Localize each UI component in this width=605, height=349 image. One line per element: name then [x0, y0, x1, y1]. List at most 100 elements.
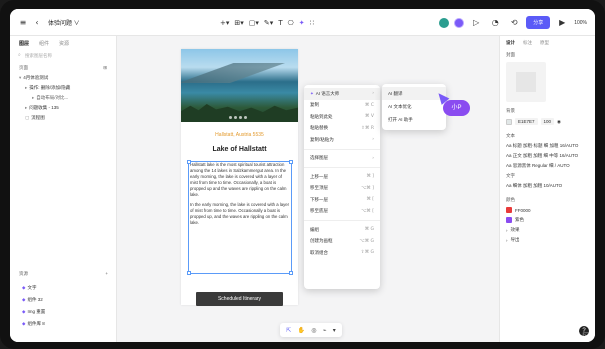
menu-item-paste-replace[interactable]: 粘贴替换 ⇧⌘ R	[304, 123, 380, 135]
layer-item[interactable]: ▸ 自动布局/对比...	[10, 93, 116, 103]
chevron-down-icon[interactable]: ▾	[333, 327, 336, 334]
artboard-title[interactable]: Lake of Hallstatt	[181, 146, 298, 153]
layer-item[interactable]: ▸ 操作: 删除/添加/隐藏	[10, 83, 116, 93]
move-tool-icon[interactable]: ⇱	[286, 327, 291, 334]
eye-icon[interactable]: ◉	[557, 119, 561, 125]
chevron-right-icon[interactable]: ▸	[32, 96, 34, 101]
resource-item[interactable]: ◆ Img 重置	[10, 306, 117, 318]
hero-image[interactable]	[181, 49, 298, 122]
tab-design[interactable]: 设计	[506, 40, 515, 46]
menu-item-copy[interactable]: 复制 ⌘ C	[304, 100, 380, 112]
context-menu: ✦ AI 语言大师 › 复制 ⌘ C 粘贴到此处 ⌘ V 粘贴替换 ⇧⌘ R 复制/粘贴为…	[304, 85, 380, 289]
color-swatch[interactable]	[506, 207, 512, 213]
ai-tool-icon[interactable]: ✦	[299, 19, 305, 27]
chevron-right-icon[interactable]: ▸	[25, 106, 27, 111]
fill-hex-field[interactable]: E1E7E7	[515, 118, 538, 125]
resources-list: ◆ 文字 ◆ 组件 32 ◆ Img 重置 ◆ 组件库 8	[10, 282, 117, 330]
file-title[interactable]: 体验问题 ∨	[48, 18, 80, 27]
layers-panel: 图层 组件 资源 搜索图层名称 页面 ⊞ ▾4月体验测试 ▸操作: 删除/添加/…	[10, 36, 117, 342]
hand-tool-icon[interactable]: ✋	[298, 327, 305, 334]
effect-row[interactable]: › 效果	[500, 225, 595, 235]
location-subtitle[interactable]: Hallstatt, Austria 5535	[181, 132, 298, 138]
history-icon[interactable]: ⟲	[507, 18, 521, 27]
menu-item-create-frame[interactable]: 创建为画框 ⌥⌘ G	[304, 236, 380, 248]
comment-tool-icon[interactable]: ◎	[311, 327, 316, 334]
resource-item[interactable]: ◆ 文字	[10, 282, 117, 294]
shortcut: ⌥⌘ [	[361, 208, 374, 214]
menu-item-send-to-back[interactable]: 移至底层 ⌥⌘ [	[304, 206, 380, 218]
submenu-item-assistant[interactable]: 打开 AI 助手	[382, 113, 446, 126]
chevron-down-icon[interactable]: ▾	[19, 76, 21, 81]
color-swatch[interactable]	[506, 217, 512, 223]
resize-handle[interactable]	[289, 271, 293, 275]
resize-handle[interactable]	[187, 271, 191, 275]
text-style-item[interactable]: Aa 细体 加粗 加粗 10/AUTO	[500, 181, 595, 191]
chevron-right-icon[interactable]: ▸	[25, 86, 27, 91]
layer-item[interactable]: ▾ 4月体验测试	[10, 73, 116, 83]
text-style-item[interactable]: Aa 思源黑体 Regular 细 / AUTO	[500, 161, 595, 171]
menu-label: 编组	[310, 226, 319, 232]
play-icon[interactable]: ▷	[469, 18, 483, 27]
menu-item-ai[interactable]: ✦ AI 语言大师 ›	[304, 88, 380, 100]
avatar[interactable]	[439, 17, 450, 28]
export-row[interactable]: › 导出	[500, 235, 595, 245]
resize-handle[interactable]	[187, 160, 191, 164]
menu-item-paste-here[interactable]: 粘贴到此处 ⌘ V	[304, 111, 380, 123]
add-page-icon[interactable]: ⊞	[103, 65, 107, 71]
draw-tool-icon[interactable]: ⌁	[323, 327, 327, 334]
share-button[interactable]: 分享	[526, 16, 551, 29]
artboard[interactable]: Hallstatt, Austria 5535 Lake of Hallstat…	[181, 49, 298, 306]
menu-item-send-backward[interactable]: 下移一层 ⌘ [	[304, 194, 380, 206]
zoom-level[interactable]: 100%	[574, 20, 587, 26]
properties-panel: 设计 标注 原型 封面 背景 E1E7E7 100 ◉ 文本 Aa 标题 加粗·…	[499, 36, 595, 342]
color-row[interactable]: FF0000	[500, 205, 595, 215]
chevron-right-icon: ›	[372, 91, 374, 97]
layer-label: 4月体验测试	[23, 75, 49, 80]
tab-assets[interactable]: 资源	[59, 40, 69, 47]
shortcut: ⌥⌘ G	[359, 238, 374, 244]
resize-handle[interactable]	[289, 160, 293, 164]
menu-item-ungroup[interactable]: 取消组合 ⇧⌘ G	[304, 247, 380, 259]
resource-item[interactable]: ◆ 组件库 8	[10, 318, 117, 330]
menu-item-select-layer[interactable]: 选择图层 ›	[304, 153, 380, 165]
add-resource-icon[interactable]: +	[105, 271, 108, 277]
menu-label: AI 语言大师	[315, 90, 340, 96]
layer-item[interactable]: ▸ 问题收集 - 135	[10, 103, 116, 113]
avatar[interactable]	[454, 17, 465, 28]
add-tool-icon[interactable]: +▾	[220, 19, 229, 27]
frame-tool-icon[interactable]: ⊞▾	[234, 19, 243, 27]
menu-icon[interactable]: ≡	[16, 18, 30, 27]
component-tool-icon[interactable]: ⎔	[288, 19, 294, 27]
menu-item-bring-forward[interactable]: 上移一层 ⌘ ]	[304, 171, 380, 183]
tab-annotate[interactable]: 标注	[523, 40, 532, 46]
carousel-dots	[229, 116, 247, 119]
pen-tool-icon[interactable]: ✎▾	[264, 19, 273, 27]
menu-item-copy-paste-as[interactable]: 复制/粘贴为 ›	[304, 134, 380, 146]
submenu-item-optimize[interactable]: AI 文本优化	[382, 100, 446, 113]
tab-prototype[interactable]: 原型	[540, 40, 549, 46]
resources-title: 资源	[19, 271, 28, 276]
design-canvas[interactable]: Hallstatt, Austria 5535 Lake of Hallstat…	[118, 36, 499, 342]
bell-icon[interactable]: ◔	[488, 18, 502, 27]
text-tool-icon[interactable]: T	[278, 19, 282, 27]
menu-divider	[304, 167, 380, 168]
text-style-item[interactable]: Aa 正文 加粗 加粗 细 中等 16/AUTO	[500, 151, 595, 161]
cover-thumbnail[interactable]	[506, 62, 546, 102]
plugin-tool-icon[interactable]: ∷	[310, 19, 314, 27]
tab-components[interactable]: 组件	[39, 40, 49, 47]
layer-item[interactable]: ▢ 流程图	[10, 113, 116, 123]
opacity-field[interactable]: 100	[540, 118, 555, 125]
selection-box[interactable]	[187, 160, 293, 275]
menu-item-group[interactable]: 编组 ⌘ G	[304, 224, 380, 236]
color-row[interactable]: 紫色	[500, 215, 595, 225]
tab-layers[interactable]: 图层	[19, 40, 29, 47]
menu-item-bring-to-front[interactable]: 移至顶层 ⌥⌘ ]	[304, 183, 380, 195]
present-icon[interactable]: ▶	[555, 18, 569, 27]
back-icon[interactable]: ‹	[30, 18, 44, 27]
resource-item[interactable]: ◆ 组件 32	[10, 294, 117, 306]
itinerary-button[interactable]: Scheduled Itinerary	[196, 292, 283, 306]
fill-swatch[interactable]	[506, 118, 512, 125]
text-style-item[interactable]: Aa 标题 加粗·标题 细 加粗 16/AUTO	[500, 141, 595, 151]
shape-tool-icon[interactable]: ▢▾	[249, 19, 259, 27]
search-input[interactable]: 搜索图层名称	[16, 51, 110, 60]
